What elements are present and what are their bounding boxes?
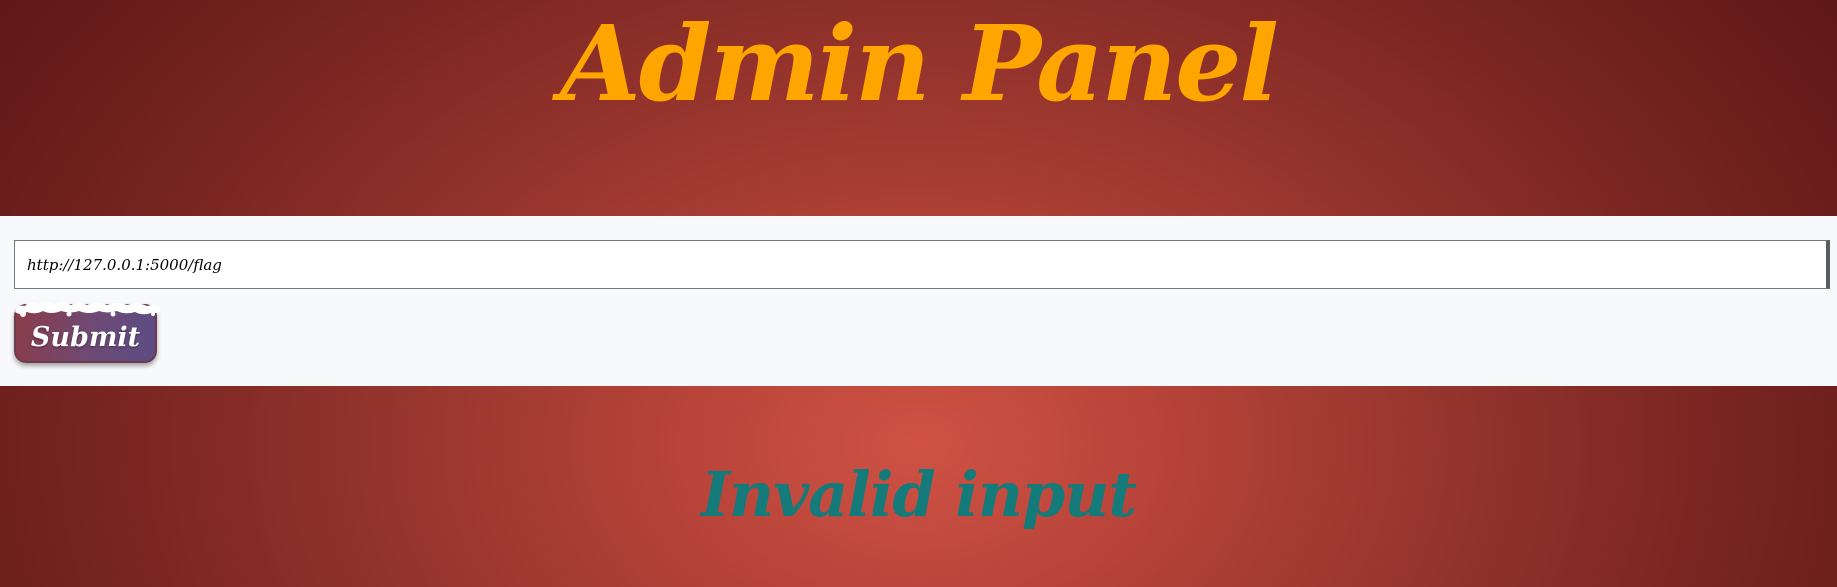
url-input[interactable]	[14, 240, 1830, 289]
snow-cap-decoration	[15, 301, 161, 317]
submit-button-label: Submit	[30, 322, 141, 353]
page-title: Admin Panel	[560, 2, 1279, 125]
result-message: Invalid input	[700, 458, 1137, 531]
submit-button[interactable]: Submit	[14, 301, 161, 363]
url-form: Submit	[0, 216, 1837, 386]
